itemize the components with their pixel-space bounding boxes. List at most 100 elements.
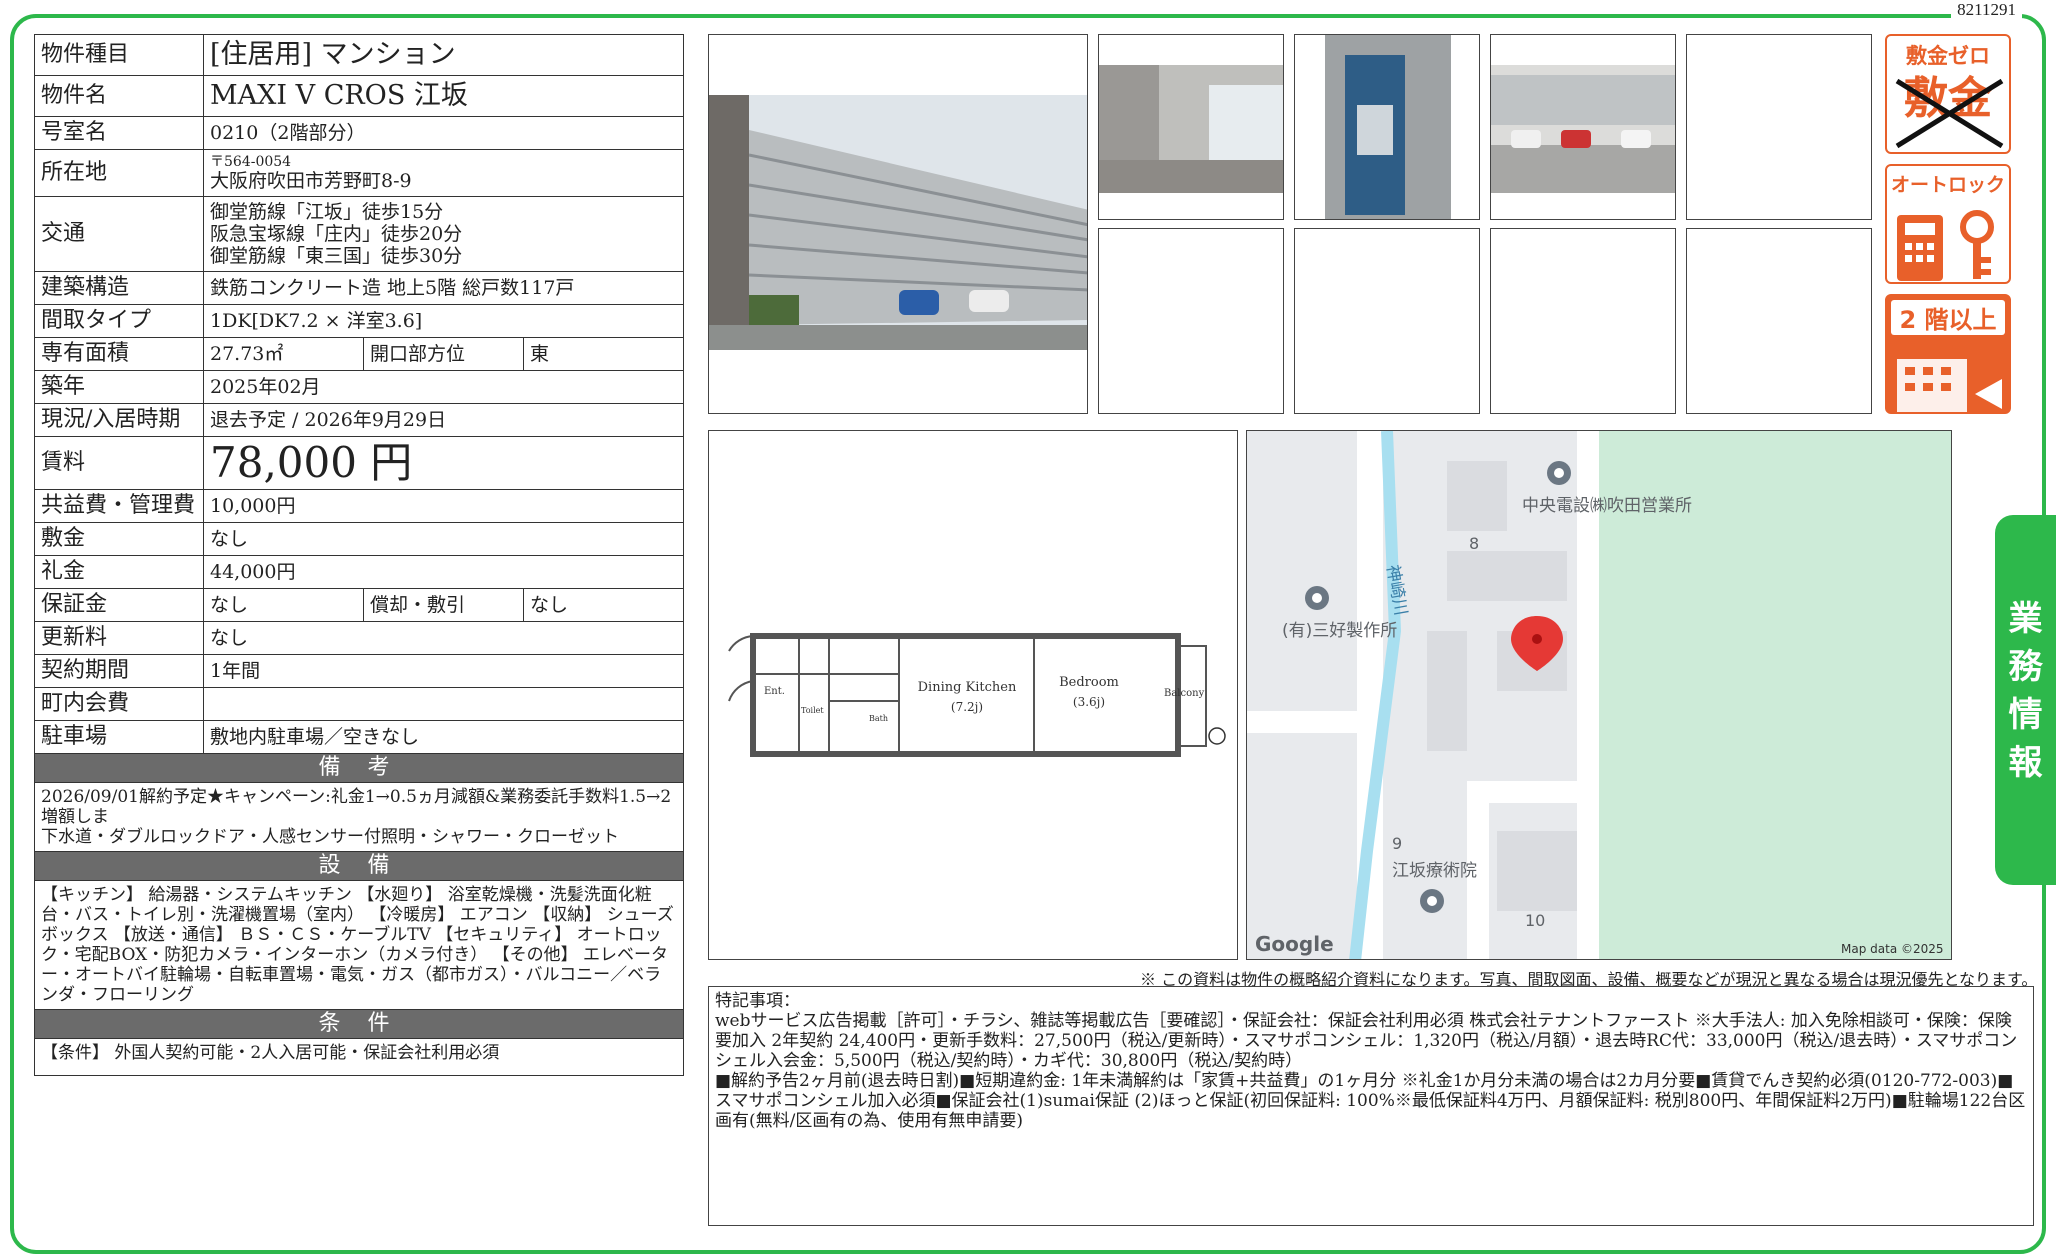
area-label: 専有面積 <box>34 337 204 371</box>
access-label: 交通 <box>34 196 204 272</box>
assoc-value <box>203 687 684 721</box>
map-block-10: 10 <box>1525 911 1545 930</box>
keymoney-value: 44,000円 <box>203 555 684 589</box>
interior-photo[interactable] <box>1098 34 1284 220</box>
structure-value: 鉄筋コンクリート造 地上5階 総戸数117戸 <box>203 271 684 305</box>
conditions-heading: 条 件 <box>34 1009 684 1039</box>
cross-out-icon <box>1895 78 2004 149</box>
rent-label: 賃料 <box>34 436 204 490</box>
built-value: 2025年02月 <box>203 370 684 404</box>
name-label: 物件名 <box>34 75 204 117</box>
map-label-esaka: 江坂療術院 <box>1392 861 1477 881</box>
building-photo[interactable] <box>708 34 1088 414</box>
deposit-value: なし <box>203 522 684 556</box>
facing-label: 開口部方位 <box>363 337 524 371</box>
fee-value: 10,000円 <box>203 489 684 523</box>
map-canvas: 中央電設㈱吹田営業所 (有)三好製作所 江坂療術院 神崎川 8 9 10 Goo… <box>1247 431 1951 959</box>
special-notes-text: webサービス広告掲載［許可］・チラシ、雑誌等掲載広告［要確認］・保証会社：保証… <box>715 1011 2018 1071</box>
photo-slot-empty <box>1686 34 1872 220</box>
assoc-label: 町内会費 <box>34 687 204 721</box>
second-floor-title: 2 階以上 <box>1891 300 2005 335</box>
intercom-photo[interactable] <box>1294 34 1480 220</box>
photo-slot-empty <box>1686 228 1872 414</box>
keymoney-label: 礼金 <box>34 555 204 589</box>
postal-code: 〒564-0054 <box>210 154 292 170</box>
address: 大阪府吹田市芳野町8-9 <box>210 170 412 192</box>
photo-slot-empty <box>1294 228 1480 414</box>
name-value: MAXI V CROS 江坂 <box>203 75 684 117</box>
entrance-label: Ent. <box>764 686 785 697</box>
built-label: 築年 <box>34 370 204 404</box>
photo-slot-empty <box>1098 228 1284 414</box>
renewal-label: 更新料 <box>34 621 204 655</box>
layout-label: 間取タイプ <box>34 304 204 338</box>
remarks-heading: 備 考 <box>34 753 684 783</box>
map-label-chuo: 中央電設㈱吹田営業所 <box>1522 496 1692 516</box>
special-notes-title: 特記事項： <box>715 991 800 1011</box>
conditions-text: 【条件】 外国人契約可能・2人入居可能・保証会社利用必須 <box>34 1038 684 1076</box>
autolock-icon <box>1897 210 1994 281</box>
type-label: 物件種目 <box>34 34 204 76</box>
structure-label: 建築構造 <box>34 271 204 305</box>
map-copyright: Map data ©2025 <box>1841 942 1944 956</box>
balcony-label: Balcony <box>1164 688 1205 699</box>
renewal-value: なし <box>203 621 684 655</box>
rent-value: 78,000 円 <box>203 436 684 490</box>
guarantee-value: なし <box>203 588 364 622</box>
room-value: 0210（2階部分） <box>203 116 684 150</box>
access-line: 阪急宝塚線「庄内」徒歩20分 <box>210 223 463 245</box>
intercom-photo-image <box>1325 35 1451 219</box>
room-label: 号室名 <box>34 116 204 150</box>
status-label: 現況/入居時期 <box>34 403 204 437</box>
access-line: 御堂筋線「江坂」徒歩15分 <box>210 201 444 223</box>
location-map[interactable]: 中央電設㈱吹田営業所 (有)三好製作所 江坂療術院 神崎川 8 9 10 Goo… <box>1246 430 1952 960</box>
parking-photo-image <box>1491 65 1675 193</box>
building-photo-image <box>709 35 1087 413</box>
equipment-heading: 設 備 <box>34 851 684 881</box>
map-label-miyoshi: (有)三好製作所 <box>1282 621 1397 641</box>
amort-value: なし <box>523 588 684 622</box>
dining-kitchen-label: Dining Kitchen <box>918 680 1017 695</box>
facing-value: 東 <box>523 337 684 371</box>
access-cell: 御堂筋線「江坂」徒歩15分 阪急宝塚線「庄内」徒歩20分 御堂筋線「東三国」徒歩… <box>203 196 684 272</box>
addr-label: 所在地 <box>34 149 204 197</box>
area-value: 27.73㎡ <box>203 337 364 371</box>
compass-icon <box>1208 727 1226 745</box>
layout-value: 1DK[DK7.2 × 洋室3.6] <box>203 304 684 338</box>
photo-slot-empty <box>1490 228 1676 414</box>
contract-label: 契約期間 <box>34 654 204 688</box>
parking-value: 敷地内駐車場／空きなし <box>203 720 684 754</box>
building-icon <box>1897 359 2002 412</box>
floor-plan-drawing: Dining Kitchen (7.2j) Bedroom (3.6j) Bal… <box>728 633 1226 757</box>
dining-kitchen-size: (7.2j) <box>951 700 983 714</box>
autolock-title: オートロック <box>1890 174 2005 196</box>
google-logo: Google <box>1255 932 1334 956</box>
spec-table: 物件種目 [住居用] マンション 物件名 MAXI V CROS 江坂 号室名 021… <box>34 34 684 1076</box>
bedroom-size: (3.6j) <box>1073 695 1105 709</box>
business-info-label: 業務情報 <box>2008 599 2043 783</box>
floor-plan[interactable]: Dining Kitchen (7.2j) Bedroom (3.6j) Bal… <box>708 430 1238 960</box>
second-floor-badge: 2 階以上 <box>1885 294 2011 414</box>
special-notes-text: ■解約予告2ヶ月前(退去時日割)■短期違約金: 1年未満解約は「家賃+共益費」の… <box>715 1071 2026 1131</box>
access-line: 御堂筋線「東三国」徒歩30分 <box>210 245 463 267</box>
remarks-text: 2026/09/01解約予定★キャンペーン:礼金1→0.5ヵ月減額&業務委託手数… <box>34 782 684 852</box>
toilet-label: Toilet <box>801 706 824 715</box>
property-id: 8211291 <box>1951 0 2022 20</box>
bedroom-label: Bedroom <box>1059 675 1119 690</box>
map-block-9: 9 <box>1392 834 1402 853</box>
contract-value: 1年間 <box>203 654 684 688</box>
fee-label: 共益費・管理費 <box>34 489 204 523</box>
business-info-tab[interactable]: 業務情報 <box>1995 515 2056 885</box>
parking-photo[interactable] <box>1490 34 1676 220</box>
zero-deposit-badge: 敷金ゼロ 敷金 <box>1885 34 2011 154</box>
addr-cell: 〒564-0054 大阪府吹田市芳野町8-9 <box>203 149 684 197</box>
bath-label: Bath <box>869 714 888 723</box>
equipment-text: 【キッチン】 給湯器・システムキッチン 【水廻り】 浴室乾燥機・洗髪洗面化粧台・… <box>34 880 684 1010</box>
interior-photo-image <box>1099 65 1283 193</box>
amort-label: 償却・敷引 <box>363 588 524 622</box>
map-block-8: 8 <box>1469 534 1479 553</box>
special-notes: 特記事項： webサービス広告掲載［許可］・チラシ、雑誌等掲載広告［要確認］・保… <box>708 986 2034 1226</box>
guarantee-label: 保証金 <box>34 588 204 622</box>
type-value: [住居用] マンション <box>203 34 684 76</box>
parking-label: 駐車場 <box>34 720 204 754</box>
